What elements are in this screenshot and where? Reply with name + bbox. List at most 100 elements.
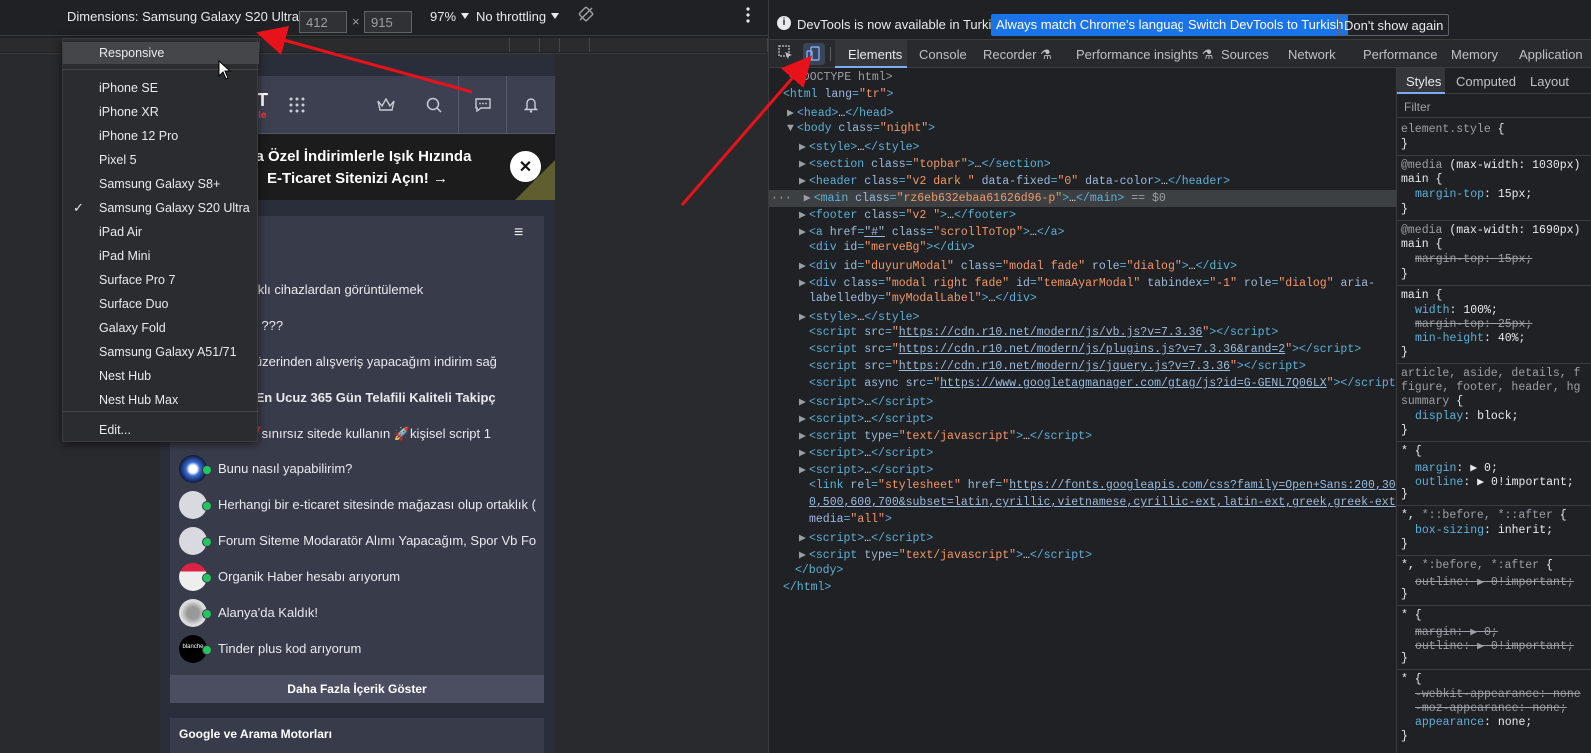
topic-list-item[interactable]: Forum Siteme Modaratör Alımı Yapacağım, … <box>170 523 544 559</box>
dom-line[interactable]: ▶ <section class="topbar">…</section> <box>769 156 1396 173</box>
dom-line[interactable]: ▶ <script type="text/javascript">…</scrip… <box>769 547 1396 564</box>
device-option[interactable]: ✓ Samsung Galaxy S20 Ultra <box>63 197 259 219</box>
dom-line[interactable]: ▶ <header class="v2 dark " data-fixed="0"… <box>769 173 1396 190</box>
style-declaration[interactable]: min-height: 40%; <box>1415 332 1525 347</box>
tab-console[interactable]: Console <box>919 47 967 62</box>
dom-line-selected[interactable]: ··· ▶ <main class="rz6eb632ebaa61626d96-p"… <box>769 190 1396 207</box>
style-rule[interactable]: * { <box>1401 609 1422 624</box>
style-declaration[interactable]: margin: ▶ 0; <box>1415 624 1498 639</box>
tab-styles[interactable]: Styles <box>1406 74 1441 89</box>
device-option[interactable]: Samsung Galaxy S8+ <box>63 173 259 195</box>
dom-line[interactable]: <script src="https://cdn.r10.net/modern/… <box>769 360 1396 377</box>
grid-menu-icon[interactable] <box>288 96 306 119</box>
style-rule[interactable]: element.style { <box>1401 123 1505 138</box>
device-option[interactable]: Pixel 5 <box>63 149 259 171</box>
topic-title[interactable]: Alanya'da Kaldık! <box>218 605 536 620</box>
dom-line[interactable]: ▼ <body class="night"> <box>769 122 1396 139</box>
style-rule[interactable]: *, *:before, *:after { <box>1401 559 1553 574</box>
ruler-segment[interactable] <box>590 38 768 52</box>
rotate-icon[interactable] <box>578 6 594 25</box>
show-more-button[interactable]: Daha Fazla İçerik Göster <box>170 675 544 703</box>
topic-title[interactable]: n nedir ??? <box>218 318 536 333</box>
dom-line[interactable]: ▶ <script>…</script> <box>769 394 1396 411</box>
throttling-dropdown[interactable]: No throttling <box>476 9 560 24</box>
tab-application[interactable]: Application <box>1519 47 1583 62</box>
topic-title[interactable]: Organik Haber hesabı arıyorum <box>218 569 536 584</box>
style-declaration[interactable]: outline: ▶ 0!important; <box>1415 574 1574 589</box>
dom-line[interactable]: <script src="https://cdn.r10.net/modern/… <box>769 326 1396 343</box>
topic-list-item[interactable]: Organik Haber hesabı arıyorum <box>170 559 544 595</box>
dom-line[interactable]: labelledby="myModalLabel">…</div> <box>769 292 1396 309</box>
tab-memory[interactable]: Memory <box>1451 47 1498 62</box>
hamburger-menu-icon[interactable]: ≡ <box>514 224 523 242</box>
dom-line[interactable]: ▶ <style>…</style> <box>769 139 1396 156</box>
category-title[interactable]: Google ve Arama Motorları <box>170 718 544 753</box>
topic-list-item[interactable]: Herhangi bir e-ticaret sitesinde mağazas… <box>170 487 544 523</box>
style-rule[interactable]: *, *::before, *::after { <box>1401 509 1567 524</box>
bell-icon[interactable] <box>506 76 554 134</box>
height-input[interactable] <box>364 11 412 33</box>
style-rule[interactable]: main { <box>1401 173 1442 188</box>
topic-title[interactable]: Tinder plus kod arıyorum <box>218 641 536 656</box>
dom-line[interactable]: ▶ <style>…</style> <box>769 309 1396 326</box>
dom-line[interactable]: <div id="merveBg"></div> <box>769 241 1396 258</box>
topic-title[interactable]: urada üzerinden alışveriş yapacağım indi… <box>218 354 536 369</box>
style-declaration[interactable]: display: block; <box>1415 410 1519 425</box>
style-declaration[interactable]: outline: ▶ 0!important; <box>1415 474 1574 489</box>
topic-list-item[interactable]: Bunu nasıl yapabilirim? <box>170 451 544 487</box>
style-declaration[interactable]: margin-top: 15px; <box>1415 188 1532 203</box>
tab-recorder[interactable]: Recorder ⚗ <box>983 47 1052 63</box>
device-option[interactable]: Nest Hub <box>63 365 259 387</box>
topic-title[interactable]: Herhangi bir e-ticaret sitesinde mağazas… <box>218 497 536 512</box>
styles-filter-input[interactable]: Filter <box>1397 94 1591 118</box>
ruler-segment[interactable] <box>510 38 540 52</box>
ruler-segment[interactable] <box>540 38 560 52</box>
style-rule[interactable]: main { <box>1401 289 1442 304</box>
device-option[interactable]: iPhone 12 Pro <box>63 125 259 147</box>
tab-sources[interactable]: Sources <box>1221 47 1269 62</box>
device-option[interactable]: Nest Hub Max <box>63 389 259 411</box>
style-declaration[interactable]: margin: ▶ 0; <box>1415 460 1498 475</box>
message-icon[interactable] <box>458 76 506 134</box>
style-rule[interactable]: * { <box>1401 673 1422 688</box>
dom-line[interactable]: ▶ <div class="modal right fade" id="temaA… <box>769 275 1396 292</box>
device-option[interactable]: Surface Pro 7 <box>63 269 259 291</box>
style-declaration[interactable]: outline: ▶ 0!important; <box>1415 638 1574 653</box>
dom-line[interactable]: ▶ <script>…</script> <box>769 530 1396 547</box>
style-declaration[interactable]: box-sizing: inherit; <box>1415 524 1553 539</box>
topic-title[interactable]: Forum Siteme Modaratör Alımı Yapacağım, … <box>218 533 536 548</box>
device-option[interactable]: Samsung Galaxy A51/71 <box>63 341 259 363</box>
dom-line[interactable]: ▶ <script>…</script> <box>769 462 1396 479</box>
device-option-edit[interactable]: Edit... <box>63 419 259 441</box>
dom-line[interactable]: 0,500,600,700&subset=latin,cyrillic,viet… <box>769 496 1403 513</box>
dom-line[interactable]: ▶ <div id="duyuruModal" class="modal fade… <box>769 258 1396 275</box>
dimensions-dropdown[interactable]: Dimensions: Samsung Galaxy S20 Ultra <box>67 9 312 24</box>
dom-line[interactable]: <script src="https://cdn.r10.net/modern/… <box>769 343 1396 360</box>
dom-line[interactable]: <link rel="stylesheet" href="https://fon… <box>769 479 1423 496</box>
tab-performance[interactable]: Performance <box>1363 47 1437 62</box>
match-language-button[interactable]: Always match Chrome's language <box>991 14 1198 36</box>
dismiss-button[interactable]: Don't show again <box>1338 14 1450 36</box>
dom-line[interactable]: ▶ <script type="text/javascript">…</scrip… <box>769 428 1396 445</box>
style-rule[interactable]: main { <box>1401 238 1442 253</box>
topic-list-item[interactable]: blanche Tinder plus kod arıyorum <box>170 631 544 667</box>
width-input[interactable] <box>299 11 347 33</box>
device-option[interactable]: iPhone XR <box>63 101 259 123</box>
tab-elements[interactable]: Elements <box>848 47 902 62</box>
style-declaration[interactable]: -moz-appearance: none; <box>1415 702 1567 717</box>
dom-line[interactable]: </html> <box>769 581 1396 598</box>
device-option[interactable]: Surface Duo <box>63 293 259 315</box>
inspect-element-icon[interactable] <box>778 45 794 64</box>
dom-line[interactable]: media="all"> <box>769 513 1396 530</box>
style-declaration[interactable]: margin-top: 15px; <box>1415 253 1532 268</box>
more-vert-icon[interactable] <box>745 6 751 27</box>
topic-title[interactable]: emi farklı cihazlardan görüntülemek <box>218 282 536 297</box>
search-icon[interactable] <box>410 76 458 134</box>
device-option[interactable]: iPhone SE <box>63 77 259 99</box>
device-option[interactable]: iPad Air <box>63 221 259 243</box>
topic-title[interactable]: yanın En Ucuz 365 Gün Telafili Kaliteli … <box>218 390 536 405</box>
close-button[interactable]: ✕ <box>510 151 541 182</box>
style-declaration[interactable]: margin-top: 25px; <box>1415 318 1532 333</box>
dom-line[interactable]: <script async src="https://www.googletag… <box>769 377 1403 394</box>
style-rule[interactable]: * { <box>1401 445 1422 460</box>
